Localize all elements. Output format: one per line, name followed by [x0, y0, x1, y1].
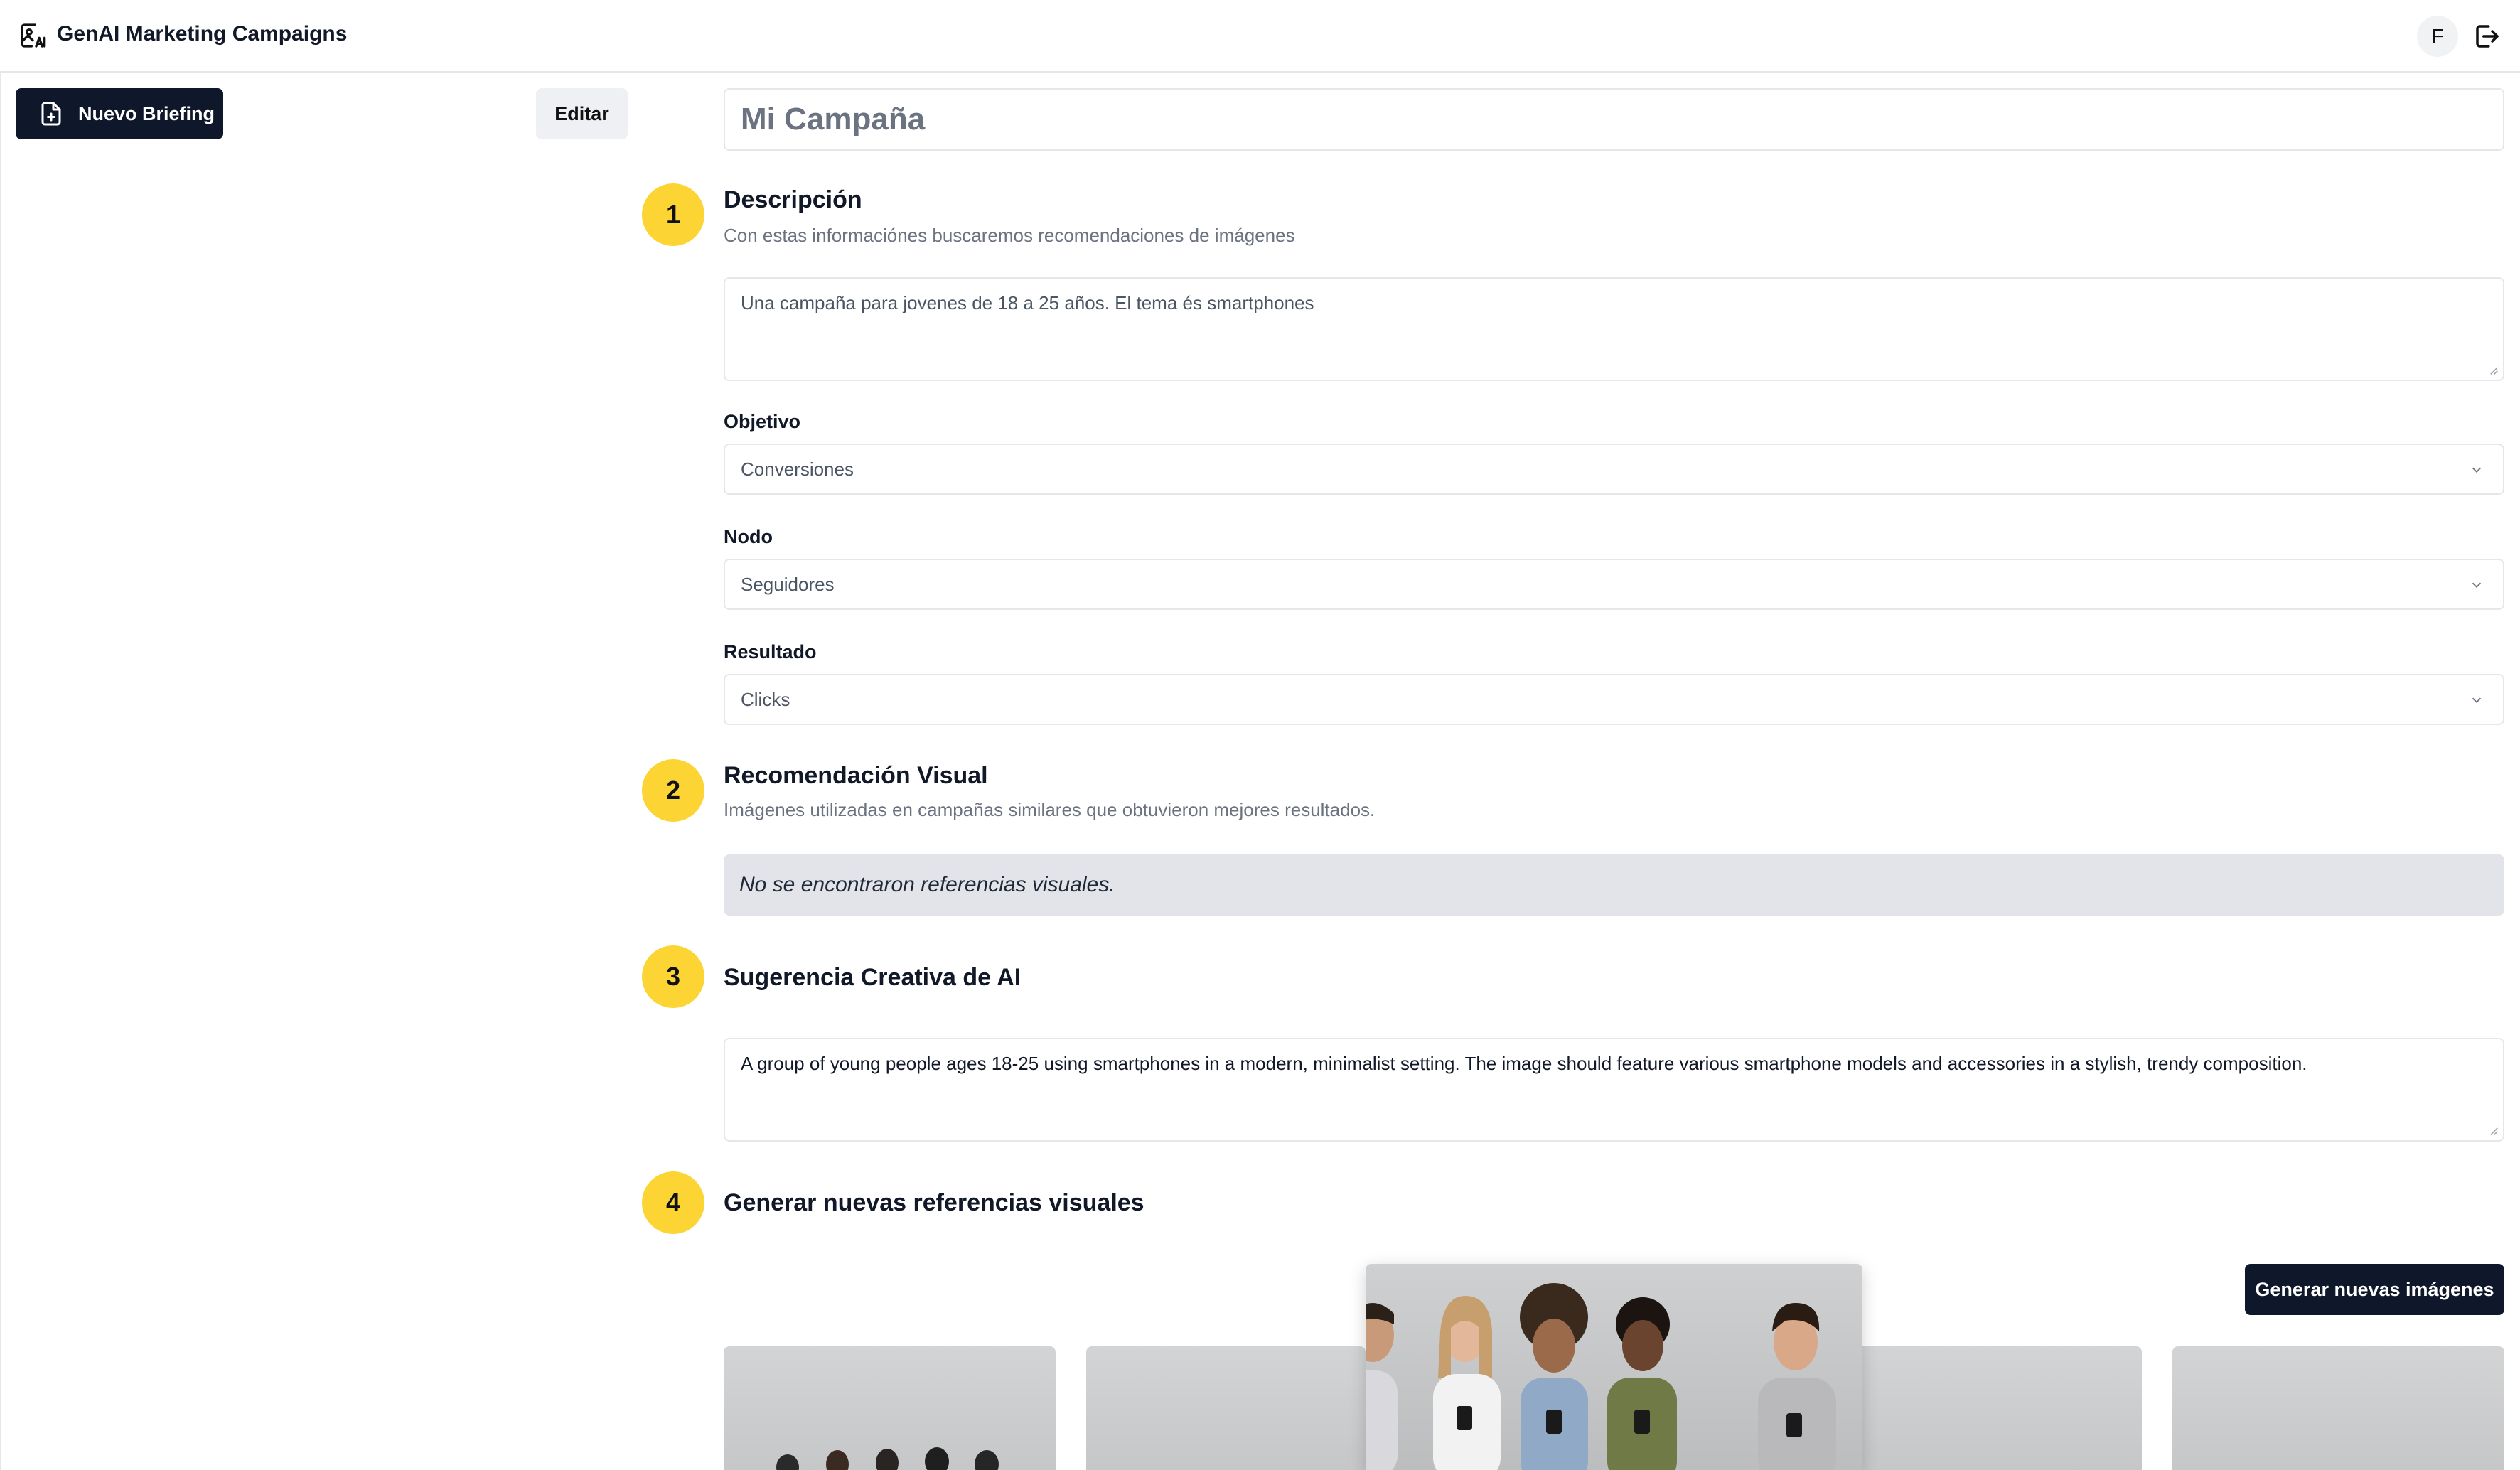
chevron-down-icon — [2472, 697, 2482, 704]
description-title: Descripción — [724, 186, 862, 213]
new-briefing-button[interactable]: Nuevo Briefing — [16, 88, 223, 139]
generate-references-title: Generar nuevas referencias visuales — [724, 1189, 1144, 1216]
node-select[interactable]: Seguidores — [724, 559, 2504, 610]
avatar[interactable]: F — [2417, 16, 2458, 57]
file-plus-icon — [41, 102, 61, 126]
people-silhouette-image — [776, 1447, 999, 1470]
ai-suggestion-title: Sugerencia Creativa de AI — [724, 964, 1022, 991]
description-text: Una campaña para jovenes de 18 a 25 años… — [741, 292, 1314, 313]
ai-suggestion-text: A group of young people ages 18-25 using… — [741, 1053, 2307, 1074]
objective-value: Conversiones — [741, 458, 854, 480]
chevron-down-icon — [2472, 467, 2482, 473]
step-1-badge: 1 — [642, 183, 704, 246]
campaign-name-input[interactable]: Mi Campaña — [724, 88, 2504, 151]
visual-recommendation-subtitle: Imágenes utilizadas en campañas similare… — [724, 799, 1376, 820]
resize-grip-icon[interactable] — [2487, 364, 2499, 375]
step-3-badge: 3 — [642, 945, 704, 1008]
result-label: Resultado — [724, 641, 817, 662]
young-people-smartphones-image — [1366, 1283, 1836, 1470]
sidebar-divider — [0, 73, 1, 1470]
visual-recommendation-title: Recomendación Visual — [724, 762, 988, 789]
image-preview-popup[interactable] — [1366, 1264, 1862, 1470]
node-value: Seguidores — [741, 573, 835, 595]
edit-button[interactable]: Editar — [536, 88, 628, 139]
ai-suggestion-textarea[interactable]: A group of young people ages 18-25 using… — [724, 1038, 2504, 1142]
description-subtitle: Con estas informaciónes buscaremos recom… — [724, 225, 1295, 246]
chevron-down-icon — [2472, 582, 2482, 589]
image-ai-icon — [21, 23, 46, 48]
top-bar: GenAI Marketing Campaigns F — [0, 0, 2520, 73]
generated-image-thumb[interactable] — [1862, 1346, 2142, 1470]
result-select[interactable]: Clicks — [724, 674, 2504, 725]
description-textarea[interactable]: Una campaña para jovenes de 18 a 25 años… — [724, 277, 2504, 381]
app-title: GenAI Marketing Campaigns — [57, 22, 348, 45]
objective-select[interactable]: Conversiones — [724, 444, 2504, 495]
resize-grip-icon[interactable] — [2487, 1125, 2499, 1136]
new-briefing-label: Nuevo Briefing — [78, 102, 215, 124]
step-2-badge: 2 — [642, 759, 704, 822]
no-references-message: No se encontraron referencias visuales. — [724, 854, 2504, 916]
result-value: Clicks — [741, 688, 790, 710]
objective-label: Objetivo — [724, 411, 801, 432]
logout-icon[interactable] — [2472, 21, 2502, 51]
node-label: Nodo — [724, 526, 773, 547]
step-4-badge: 4 — [642, 1171, 704, 1234]
generated-image-thumb[interactable] — [2172, 1346, 2504, 1470]
generated-image-thumb[interactable] — [1086, 1346, 1366, 1470]
generate-images-button[interactable]: Generar nuevas imágenes — [2245, 1264, 2504, 1315]
generated-image-thumb[interactable] — [724, 1346, 1056, 1470]
